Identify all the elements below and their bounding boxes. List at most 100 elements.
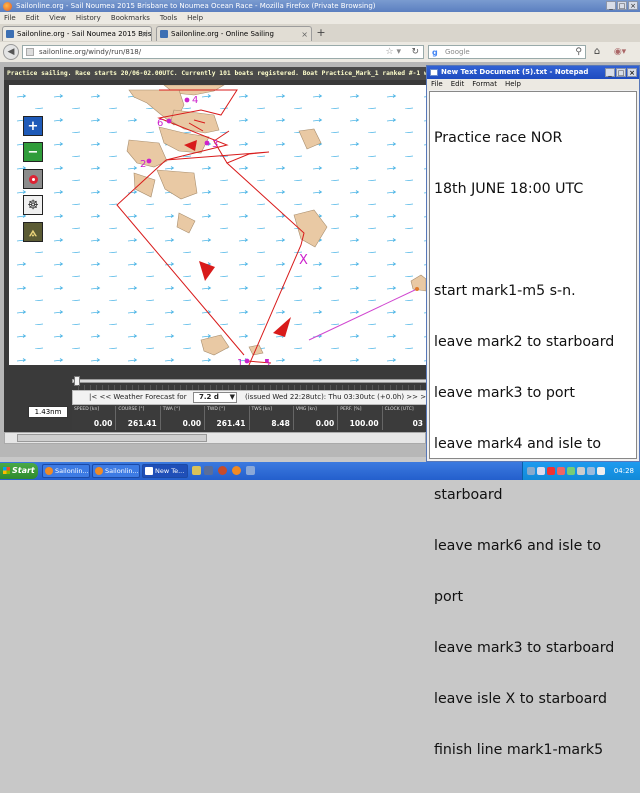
quicklaunch-app-icon[interactable]: [204, 466, 213, 475]
chevron-down-icon: ▼: [229, 393, 235, 401]
text-line: leave mark3 to starboard: [434, 640, 615, 656]
zoom-in-button[interactable]: +: [23, 116, 43, 136]
notepad-close-button[interactable]: ×: [627, 68, 637, 77]
tray-display-icon[interactable]: [587, 467, 595, 475]
menu-view[interactable]: View: [49, 12, 66, 24]
forecast-bar: |< << Weather Forecast for 7.2 d ▼ (issue…: [72, 390, 429, 405]
tray-misc-icon[interactable]: [577, 467, 585, 475]
search-placeholder: Google: [445, 48, 470, 56]
google-icon: g: [432, 48, 438, 57]
text-line: leave mark6 and isle to: [434, 538, 602, 554]
tray-update-icon[interactable]: [567, 467, 575, 475]
menu-file[interactable]: File: [4, 12, 16, 24]
forecast-nav[interactable]: |< << Weather Forecast for: [89, 391, 187, 404]
measure-button[interactable]: ⟑: [23, 222, 43, 242]
tray-volume-icon[interactable]: [537, 467, 545, 475]
isle-x-label: X: [299, 253, 308, 268]
back-button[interactable]: ◀: [3, 44, 19, 60]
notepad-text-area[interactable]: Practice race NOR 18th JUNE 18:00 UTC st…: [429, 91, 637, 758]
system-tray: 04:28: [522, 462, 640, 480]
notepad-menu-edit[interactable]: Edit: [451, 79, 465, 90]
notepad-minimize-button[interactable]: _: [605, 68, 615, 77]
search-icon[interactable]: ⚲: [575, 46, 582, 58]
menu-edit[interactable]: Edit: [26, 12, 40, 24]
center-boat-button[interactable]: [23, 169, 43, 189]
home-button[interactable]: ⌂: [590, 45, 604, 59]
start-button[interactable]: Start: [0, 463, 38, 479]
site-identity-icon: [26, 48, 34, 56]
navigation-toolbar: ◀ sailonline.org/windy/run/818/ ☆ ▾ ↻ g …: [0, 42, 640, 63]
text-line: leave mark3 to port: [434, 385, 575, 401]
text-line: start mark1-m5 s-n.: [434, 283, 576, 299]
addon-button[interactable]: ◉▾: [610, 45, 630, 59]
browser-menu-bar: File Edit View History Bookmarks Tools H…: [0, 12, 640, 24]
taskbar-label: New Te...: [155, 467, 185, 475]
notepad-menu-format[interactable]: Format: [472, 79, 497, 90]
sailonline-favicon-icon: [6, 30, 14, 38]
tab-label: Sailonline.org - Sail Noumea 2015 Brisba…: [17, 30, 152, 38]
text-line: port: [434, 589, 464, 605]
tray-network-icon[interactable]: [527, 467, 535, 475]
tray-security-icon[interactable]: [547, 467, 555, 475]
forecast-slider[interactable]: [72, 379, 427, 383]
notepad-window: New Text Document (5).txt - Notepad _ □ …: [426, 65, 640, 758]
text-line: Practice race NOR: [434, 130, 563, 146]
stat-twa: TWA [°] 0.00: [161, 406, 206, 430]
mark2-label: 2: [140, 159, 146, 170]
text-line: leave mark4 and isle to: [434, 436, 602, 452]
tab-close-icon[interactable]: ×: [301, 27, 308, 41]
stat-clock: CLOCK [UTC] 03: [383, 406, 427, 430]
quicklaunch-desktop-icon[interactable]: [246, 466, 255, 475]
quicklaunch-firefox-icon[interactable]: [232, 466, 241, 475]
map-canvas: 4 6 3 2 1 5 X: [9, 85, 426, 365]
stat-vmg: VMG [kn] 0.00: [294, 406, 339, 430]
scrollbar-thumb[interactable]: [17, 434, 207, 442]
race-status-text: Practice sailing. Race starts 20/06-02.0…: [4, 67, 426, 80]
tray-app-icon[interactable]: [557, 467, 565, 475]
notepad-menu-help[interactable]: Help: [505, 79, 521, 90]
close-button[interactable]: ×: [628, 1, 638, 10]
notepad-menu-file[interactable]: File: [431, 79, 443, 90]
notepad-maximize-button[interactable]: □: [616, 68, 626, 77]
window-title: Sailonline.org - Sail Noumea 2015 Brisba…: [16, 2, 376, 10]
stat-speed: SPEED [kn] 0.00: [72, 406, 117, 430]
boat-marker[interactable]: [415, 287, 419, 291]
zoom-out-button[interactable]: −: [23, 142, 43, 162]
notepad-icon: [145, 467, 153, 475]
bookmark-star-icon[interactable]: ☆ ▾: [386, 46, 401, 58]
tab-sail-noumea[interactable]: Sailonline.org - Sail Noumea 2015 Brisba…: [2, 26, 152, 41]
new-tab-button[interactable]: +: [314, 27, 328, 40]
horizontal-scrollbar[interactable]: [4, 432, 426, 444]
quicklaunch-folder-icon[interactable]: [192, 466, 201, 475]
race-viewer: Practice sailing. Race starts 20/06-02.0…: [4, 67, 429, 432]
url-text: sailonline.org/windy/run/818/: [39, 48, 142, 56]
text-line: [434, 232, 632, 249]
maximize-button[interactable]: □: [617, 1, 627, 10]
taskbar-label: Sailonlin...: [55, 467, 89, 475]
menu-history[interactable]: History: [76, 12, 101, 24]
url-bar[interactable]: sailonline.org/windy/run/818/ ☆ ▾ ↻: [22, 45, 424, 59]
mark3-label: 3: [212, 139, 218, 150]
taskbar-clock: 04:28: [613, 467, 634, 475]
forecast-issued[interactable]: (issued Wed 22:28utc): Thu 03:30utc (+0.…: [245, 391, 429, 404]
minimize-button[interactable]: _: [606, 1, 616, 10]
taskbar-firefox-2[interactable]: Sailonlin...: [92, 464, 140, 478]
menu-help[interactable]: Help: [187, 12, 203, 24]
text-line: 18th JUNE 18:00 UTC: [434, 181, 584, 197]
quicklaunch-media-icon[interactable]: [218, 466, 227, 475]
boat-stats-bar: SPEED [kn] 0.00 COURSE [°] 261.41 TWA [°] 0…: [72, 406, 427, 430]
forecast-select[interactable]: 7.2 d ▼: [193, 392, 237, 403]
taskbar-notepad[interactable]: New Te...: [142, 464, 188, 478]
reload-icon[interactable]: ↻: [411, 46, 419, 58]
menu-bookmarks[interactable]: Bookmarks: [111, 12, 150, 24]
steering-wheel-button[interactable]: ☸: [23, 195, 43, 215]
notepad-title-bar[interactable]: New Text Document (5).txt - Notepad _ □ …: [427, 66, 639, 79]
tab-online-sailing[interactable]: Sailonline.org - Online Sailing ×: [156, 26, 312, 41]
taskbar: Start Sailonlin... Sailonlin... New Te..…: [0, 462, 640, 480]
tray-safely-remove-icon[interactable]: [597, 467, 605, 475]
tab-close-icon[interactable]: ×: [141, 27, 148, 41]
menu-tools[interactable]: Tools: [160, 12, 177, 24]
taskbar-firefox-1[interactable]: Sailonlin...: [42, 464, 90, 478]
search-input[interactable]: g Google ⚲: [428, 45, 586, 59]
race-map[interactable]: 4 6 3 2 1 5 X + − ☸ ⟑: [9, 85, 426, 365]
